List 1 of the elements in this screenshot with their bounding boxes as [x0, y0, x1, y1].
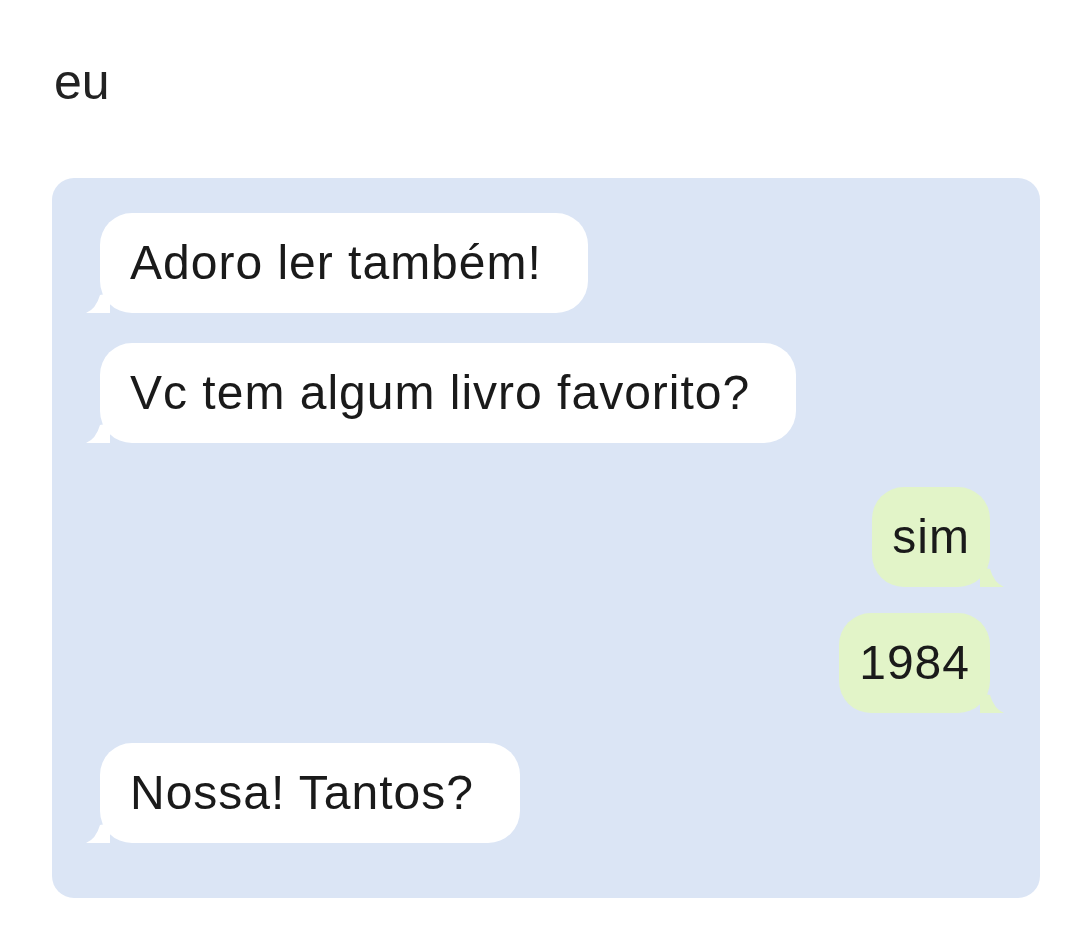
caption-text: eu	[54, 53, 110, 112]
